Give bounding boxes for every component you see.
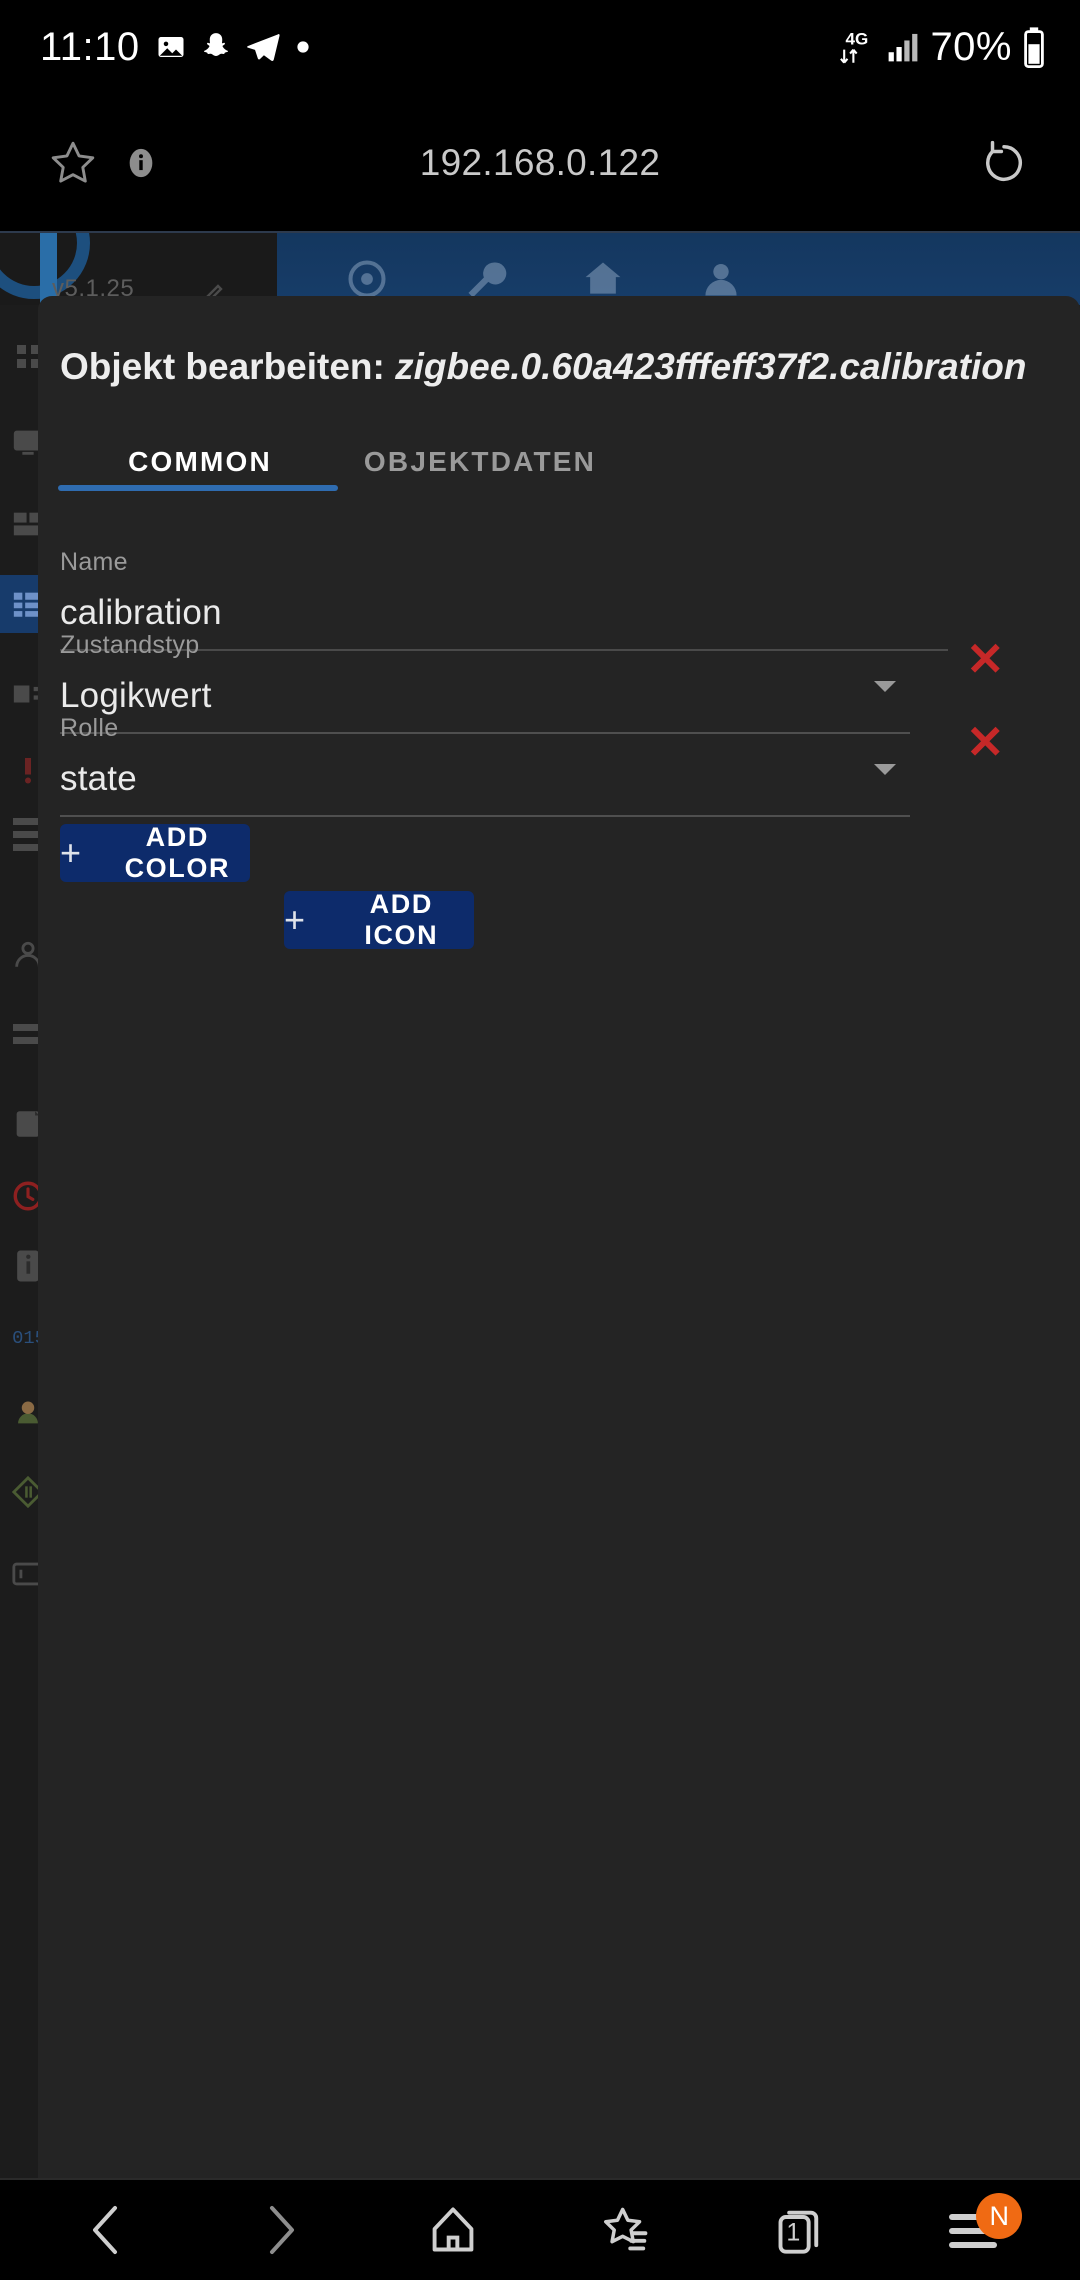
field-name-label: Name	[60, 548, 128, 576]
status-bar-left: 11:10	[40, 25, 310, 70]
telegram-icon	[246, 32, 280, 62]
star-list-icon	[601, 2204, 653, 2256]
svg-text:4G: 4G	[846, 29, 869, 48]
url-bar-left-actions	[0, 138, 158, 188]
status-bar-right: 4G 70%	[836, 25, 1046, 70]
power-icon	[345, 257, 389, 301]
chevron-left-icon	[82, 2202, 132, 2258]
status-bar: 11:10 4G 70%	[0, 0, 1080, 94]
field-rolle-label: Rolle	[60, 714, 119, 742]
delete-rolle-button[interactable]: ✕	[966, 719, 1005, 765]
app-topbar: v5.1.25	[0, 233, 1080, 305]
grid-icon	[16, 344, 40, 368]
chevron-right-icon	[255, 2202, 305, 2258]
home-icon	[581, 257, 625, 301]
nav-menu-button[interactable]: N	[918, 2179, 1028, 2280]
tab-objektdaten[interactable]: OBJEKTDATEN	[340, 424, 620, 502]
user-icon	[699, 257, 743, 301]
alert-icon	[17, 755, 39, 785]
add-color-label: ADD COLOR	[124, 822, 231, 883]
nav-forward-button[interactable]	[225, 2179, 335, 2280]
menu-badge: N	[976, 2193, 1023, 2239]
status-clock: 11:10	[40, 24, 140, 69]
tab-active-indicator	[58, 485, 338, 491]
info-icon[interactable]	[124, 146, 158, 180]
phone-screen: 11:10 4G 70% 192.168.0.122 v5.1.25 015 O…	[0, 0, 1080, 2280]
wrench-icon	[463, 257, 507, 301]
image-icon	[156, 32, 186, 62]
app-toolbar	[277, 233, 1080, 305]
field-name-value[interactable]: calibration	[60, 593, 948, 633]
data-transfer-icon: 4G	[836, 26, 876, 68]
tab-count-label: 1	[786, 2218, 801, 2247]
star-icon[interactable]	[48, 138, 98, 188]
nav-back-button[interactable]	[52, 2179, 162, 2280]
app-logo-area: v5.1.25	[0, 233, 277, 305]
browser-bottom-nav: 1 N	[0, 2178, 1080, 2280]
signal-bars-icon	[886, 30, 920, 64]
url-text[interactable]: 192.168.0.122	[0, 142, 1080, 184]
snapchat-icon	[202, 32, 230, 62]
edit-object-dialog: Objekt bearbeiten: zigbee.0.60a423fffeff…	[38, 296, 1080, 2178]
add-color-button[interactable]: + ADD COLOR	[60, 822, 250, 883]
field-rolle[interactable]: Rolle state	[60, 714, 910, 817]
chevron-down-icon[interactable]	[874, 764, 896, 775]
delete-zustandstyp-button[interactable]: ✕	[966, 636, 1005, 682]
add-icon-button[interactable]: + ADD ICON	[284, 889, 474, 950]
add-icon-label: ADD ICON	[364, 889, 439, 950]
battery-icon	[1022, 26, 1046, 68]
field-rolle-value[interactable]: state	[60, 759, 910, 799]
field-zustandstyp-label: Zustandstyp	[60, 631, 200, 659]
chevron-down-icon[interactable]	[874, 681, 896, 692]
dialog-title: Objekt bearbeiten: zigbee.0.60a423fffeff…	[60, 346, 1027, 388]
home-icon	[427, 2204, 479, 2256]
dot-icon	[296, 40, 310, 54]
battery-percent-label: 70%	[930, 24, 1012, 69]
dialog-object-id: zigbee.0.60a423fffeff37f2.calibration	[395, 346, 1027, 387]
nav-bookmarks-button[interactable]	[572, 2179, 682, 2280]
nav-tabs-button[interactable]: 1	[745, 2179, 855, 2280]
nav-home-button[interactable]	[398, 2179, 508, 2280]
field-zustandstyp-value[interactable]: Logikwert	[60, 676, 910, 716]
field-rolle-underline	[60, 815, 910, 817]
dialog-title-prefix: Objekt bearbeiten:	[60, 346, 396, 387]
reload-icon[interactable]	[978, 137, 1030, 189]
browser-url-bar[interactable]: 192.168.0.122	[0, 94, 1080, 232]
